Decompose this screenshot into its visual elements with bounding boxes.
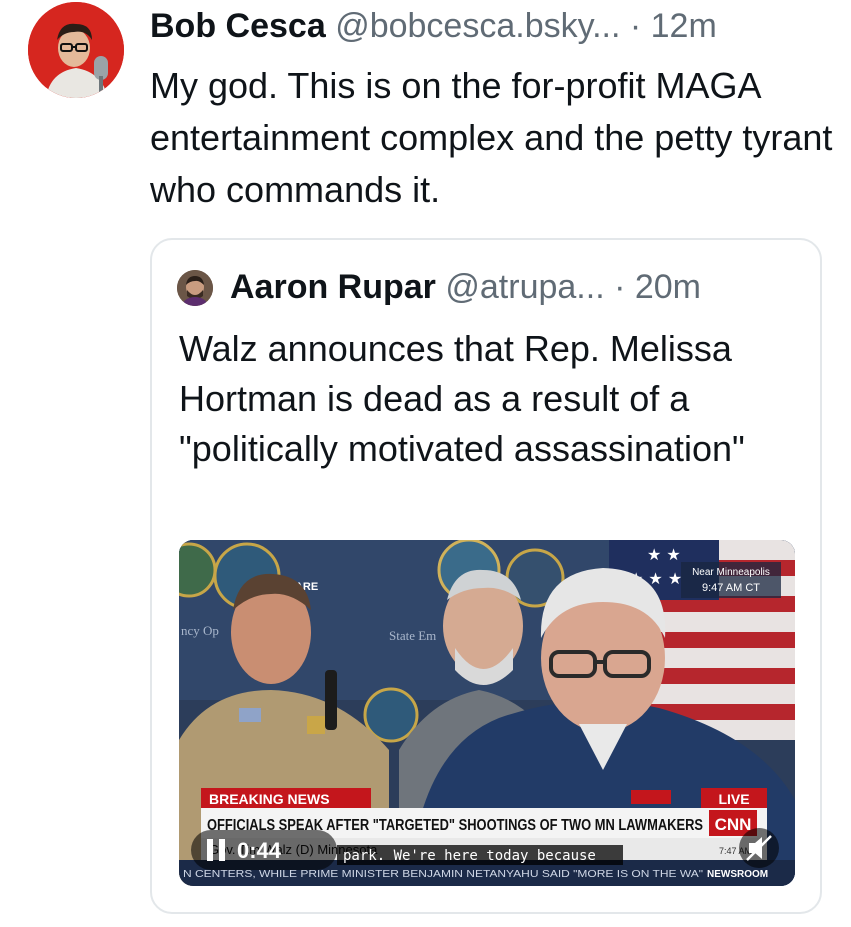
breaking-news-label: BREAKING NEWS bbox=[209, 791, 330, 807]
svg-text:★ ★: ★ ★ bbox=[647, 545, 681, 564]
ticker-text: N CENTERS, WHILE PRIME MINISTER BENJAMIN… bbox=[183, 869, 704, 880]
author-avatar[interactable] bbox=[28, 2, 124, 98]
elapsed-time: 0:44 bbox=[237, 838, 282, 863]
quoted-post-timestamp[interactable]: 20m bbox=[635, 268, 701, 306]
location-label: Near Minneapolis bbox=[692, 567, 770, 578]
wall-lettering: State Em bbox=[389, 628, 436, 643]
caption-text: park. We're here today because bbox=[343, 848, 596, 864]
avatar-illustration bbox=[28, 2, 124, 98]
post-timestamp[interactable]: 12m bbox=[651, 7, 717, 45]
network-logo: CNN bbox=[715, 815, 752, 834]
quoted-post-text: Walz announces that Rep. Melissa Hortman… bbox=[179, 328, 745, 469]
quoted-author-name[interactable]: Aaron Rupar bbox=[230, 268, 436, 306]
author-name[interactable]: Bob Cesca bbox=[150, 7, 326, 45]
quoted-post-card[interactable]: Aaron Rupar @atrupa... · 20m Walz announ… bbox=[150, 238, 822, 914]
wall-seal-1 bbox=[179, 542, 217, 598]
quoted-time-separator: · bbox=[604, 268, 635, 306]
quoted-post-header: Aaron Rupar @atrupa... · 20m bbox=[230, 264, 701, 310]
video-player[interactable]: ★ ★ ★ ★ ★ ncy Op State Em KARE Near Minn… bbox=[179, 540, 795, 886]
post-text: My god. This is on the for-profit MAGA e… bbox=[150, 65, 833, 210]
clock-label: 9:47 AM CT bbox=[702, 582, 760, 594]
post-header: Bob Cesca @bobcesca.bsky... · 12m bbox=[150, 4, 717, 48]
author-handle[interactable]: @bobcesca.bsky... bbox=[335, 7, 620, 45]
live-label: LIVE bbox=[718, 791, 749, 807]
wall-lettering-left: ncy Op bbox=[181, 623, 219, 638]
video-frame: ★ ★ ★ ★ ★ ncy Op State Em KARE Near Minn… bbox=[179, 540, 795, 886]
quoted-author-avatar[interactable] bbox=[177, 270, 213, 306]
time-separator: · bbox=[620, 7, 651, 45]
ticker-brand: NEWSROOM bbox=[707, 869, 768, 880]
quoted-author-handle[interactable]: @atrupa... bbox=[445, 268, 604, 306]
quoted-avatar-illustration bbox=[177, 270, 213, 306]
